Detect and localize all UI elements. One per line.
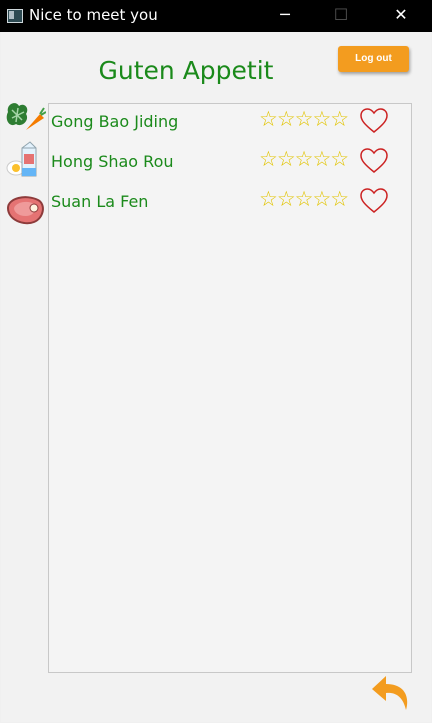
title-bar: Nice to meet you ─ ☐ ✕ [0,0,432,32]
list-item[interactable]: Gong Bao Jiding ☆☆☆☆☆ [49,104,411,144]
app-icon [7,9,23,23]
dish-list[interactable]: Gong Bao Jiding ☆☆☆☆☆ Hong Shao Rou ☆☆☆☆… [48,103,412,673]
list-item[interactable]: Suan La Fen ☆☆☆☆☆ [49,184,411,224]
page-title: Guten Appetit [98,56,274,85]
heart-icon[interactable] [360,148,388,174]
rating-stars[interactable]: ☆☆☆☆☆ [259,107,349,131]
close-button[interactable]: ✕ [378,0,424,32]
dish-name[interactable]: Gong Bao Jiding [51,112,178,131]
heart-icon[interactable] [360,188,388,214]
rating-stars[interactable]: ☆☆☆☆☆ [259,187,349,211]
vegetables-icon[interactable] [4,100,47,136]
rating-stars[interactable]: ☆☆☆☆☆ [259,147,349,171]
window-title: Nice to meet you [29,6,158,24]
dish-name[interactable]: Hong Shao Rou [51,152,174,171]
maximize-button[interactable]: ☐ [318,0,364,32]
back-arrow-icon[interactable] [370,672,412,714]
milk-egg-icon[interactable] [4,140,46,177]
meat-icon[interactable] [4,194,46,230]
list-item[interactable]: Hong Shao Rou ☆☆☆☆☆ [49,144,411,184]
app-window: Nice to meet you ─ ☐ ✕ Log out Guten App… [0,0,432,723]
heart-icon[interactable] [360,108,388,134]
logout-button[interactable]: Log out [338,46,409,72]
dish-name[interactable]: Suan La Fen [51,192,148,211]
minimize-button[interactable]: ─ [262,0,308,32]
